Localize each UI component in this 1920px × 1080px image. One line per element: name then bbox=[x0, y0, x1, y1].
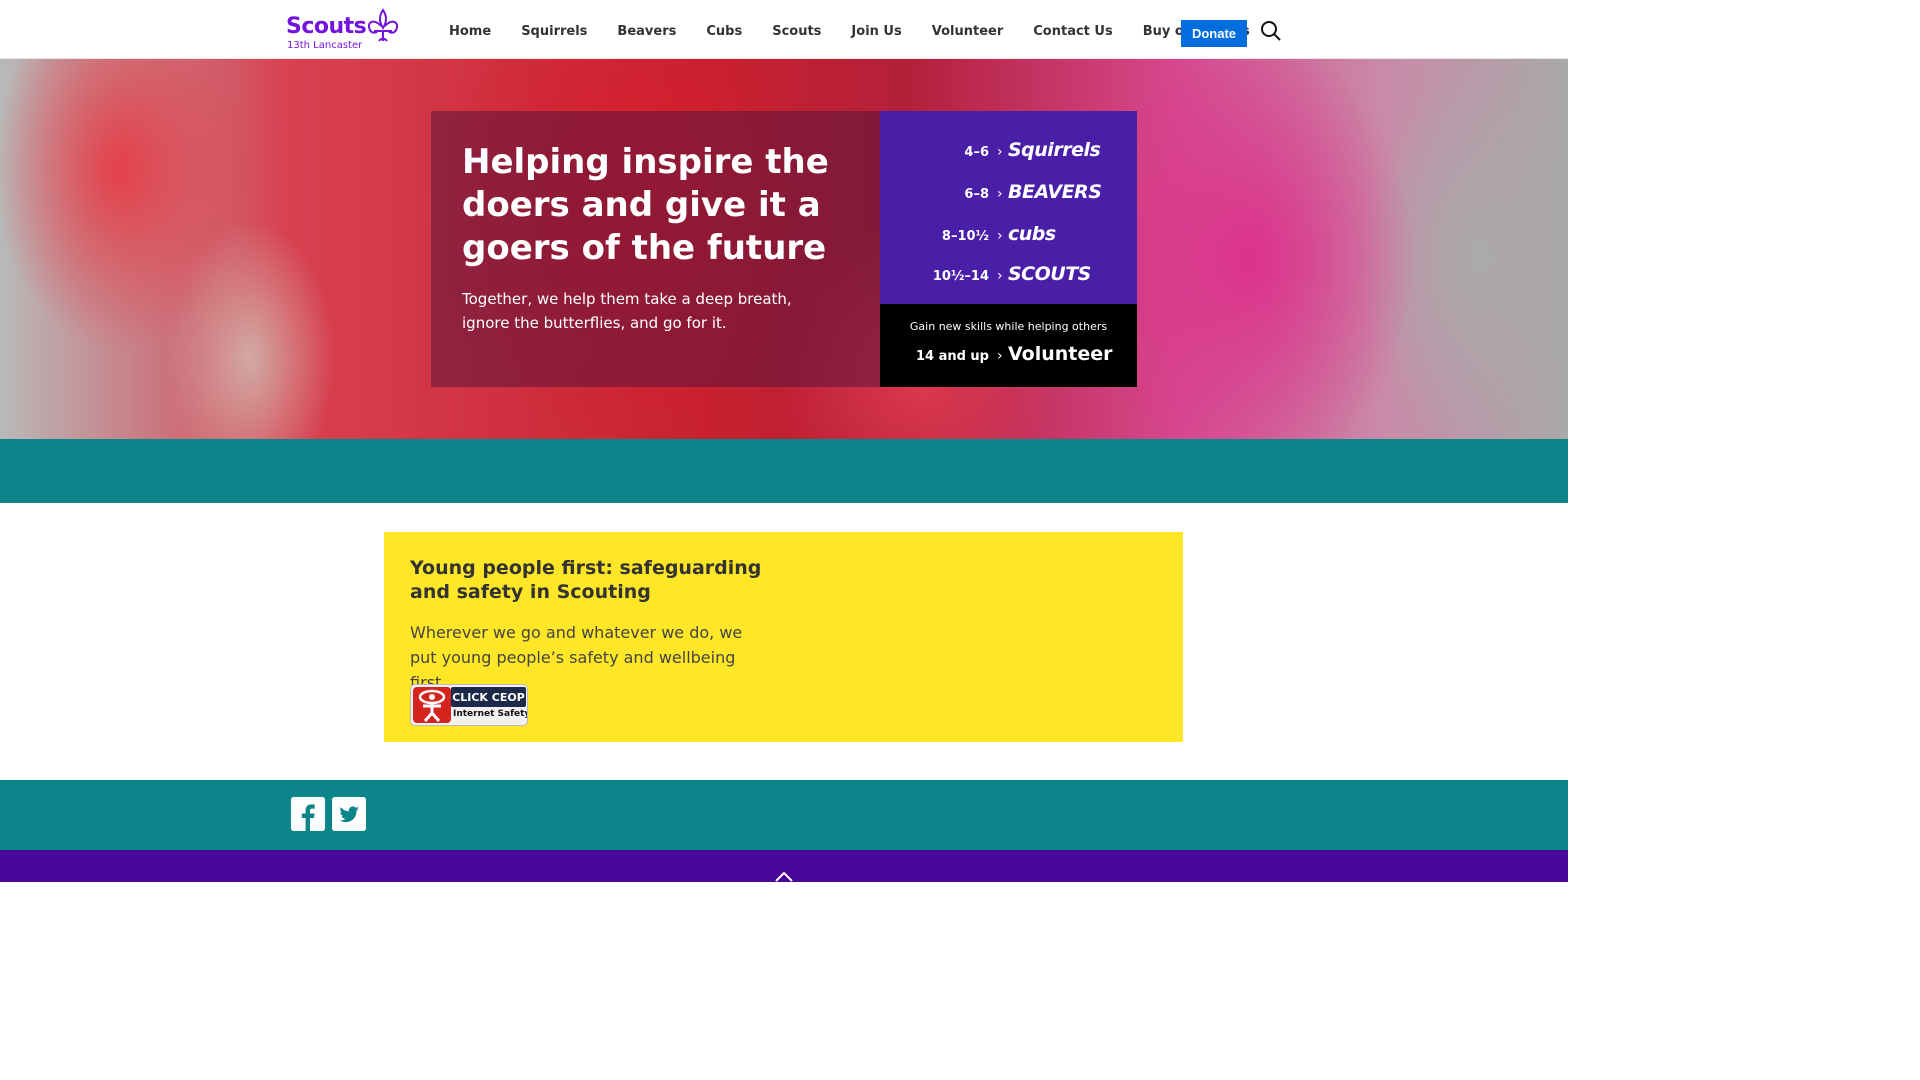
main-nav: Home Squirrels Beavers Cubs Scouts Join … bbox=[434, 20, 1265, 43]
volunteer-caption: Gain new skills while helping others bbox=[909, 320, 1108, 333]
chevron-up-icon[interactable] bbox=[773, 870, 795, 882]
bottom-footer bbox=[0, 850, 1568, 882]
section-age: 6–8 bbox=[964, 187, 989, 202]
donate-button[interactable]: Donate bbox=[1181, 20, 1247, 47]
section-name: BEAVERS bbox=[1008, 181, 1102, 203]
volunteer-link[interactable]: 14 and up › Volunteer bbox=[880, 342, 1137, 372]
nav-scouts[interactable]: Scouts bbox=[757, 20, 836, 43]
nav-cubs[interactable]: Cubs bbox=[691, 20, 757, 43]
section-link-beavers[interactable]: 6–8 › BEAVERS bbox=[880, 177, 1137, 211]
teal-divider-band bbox=[0, 439, 1568, 503]
section-age: 10½–14 bbox=[932, 269, 989, 284]
nav-home[interactable]: Home bbox=[434, 20, 506, 43]
section-link-squirrels[interactable]: 4–6 › Squirrels bbox=[880, 135, 1137, 169]
section-age: 4–6 bbox=[964, 145, 989, 160]
volunteer-age: 14 and up bbox=[915, 349, 989, 364]
twitter-icon bbox=[332, 797, 366, 831]
hero-title: Helping inspire the doers and give it a … bbox=[462, 142, 829, 268]
section-name: Squirrels bbox=[1008, 139, 1101, 161]
section-link-scouts[interactable]: 10½–14 › SCOUTS bbox=[880, 259, 1137, 293]
ceop-button[interactable]: CLICK CEOP Internet Safety bbox=[410, 684, 528, 726]
social-footer bbox=[0, 780, 1568, 850]
logo-subtitle: 13th Lancaster bbox=[287, 40, 363, 51]
ceop-sublabel: Internet Safety bbox=[453, 709, 528, 719]
site-header: Scouts 13th Lancaster Home Squirrels Bea… bbox=[0, 0, 1568, 59]
twitter-link[interactable] bbox=[332, 797, 366, 831]
chevron-right-icon: › bbox=[997, 144, 1003, 160]
search-button[interactable] bbox=[1260, 20, 1282, 42]
chevron-right-icon: › bbox=[997, 268, 1003, 284]
logo-text: Scouts bbox=[286, 14, 367, 39]
nav-join-us[interactable]: Join Us bbox=[836, 20, 916, 43]
facebook-link[interactable] bbox=[291, 797, 325, 831]
section-link-cubs[interactable]: 8–10½ › cubs bbox=[880, 219, 1137, 253]
hero-text: Together, we help them take a deep breat… bbox=[462, 290, 792, 332]
ceop-logo-icon bbox=[413, 687, 451, 723]
hero-banner: Helping inspire the doers and give it a … bbox=[0, 59, 1568, 439]
scouts-logo[interactable]: Scouts 13th Lancaster bbox=[286, 8, 406, 52]
section-name: cubs bbox=[1008, 223, 1056, 245]
nav-contact-us[interactable]: Contact Us bbox=[1018, 20, 1127, 43]
nav-volunteer[interactable]: Volunteer bbox=[917, 20, 1019, 43]
volunteer-name: Volunteer bbox=[1008, 343, 1113, 365]
volunteer-panel: Gain new skills while helping others 14 … bbox=[880, 304, 1137, 387]
safeguarding-title: Young people first: safeguarding and saf… bbox=[410, 557, 762, 603]
fleur-de-lis-icon bbox=[368, 8, 398, 42]
chevron-right-icon: › bbox=[997, 228, 1003, 244]
section-name: SCOUTS bbox=[1008, 263, 1091, 285]
chevron-right-icon: › bbox=[997, 186, 1003, 202]
chevron-right-icon: › bbox=[997, 348, 1003, 364]
search-icon bbox=[1261, 21, 1281, 41]
hero-text-panel: Helping inspire the doers and give it a … bbox=[431, 111, 880, 387]
nav-beavers[interactable]: Beavers bbox=[602, 20, 691, 43]
nav-squirrels[interactable]: Squirrels bbox=[506, 20, 602, 43]
facebook-icon bbox=[291, 797, 325, 831]
safeguarding-panel: Young people first: safeguarding and saf… bbox=[384, 532, 1183, 742]
sections-panel: 4–6 › Squirrels 6–8 › BEAVERS 8–10½ › cu… bbox=[880, 111, 1137, 304]
ceop-label: CLICK CEOP bbox=[451, 687, 526, 707]
section-age: 8–10½ bbox=[941, 229, 989, 244]
